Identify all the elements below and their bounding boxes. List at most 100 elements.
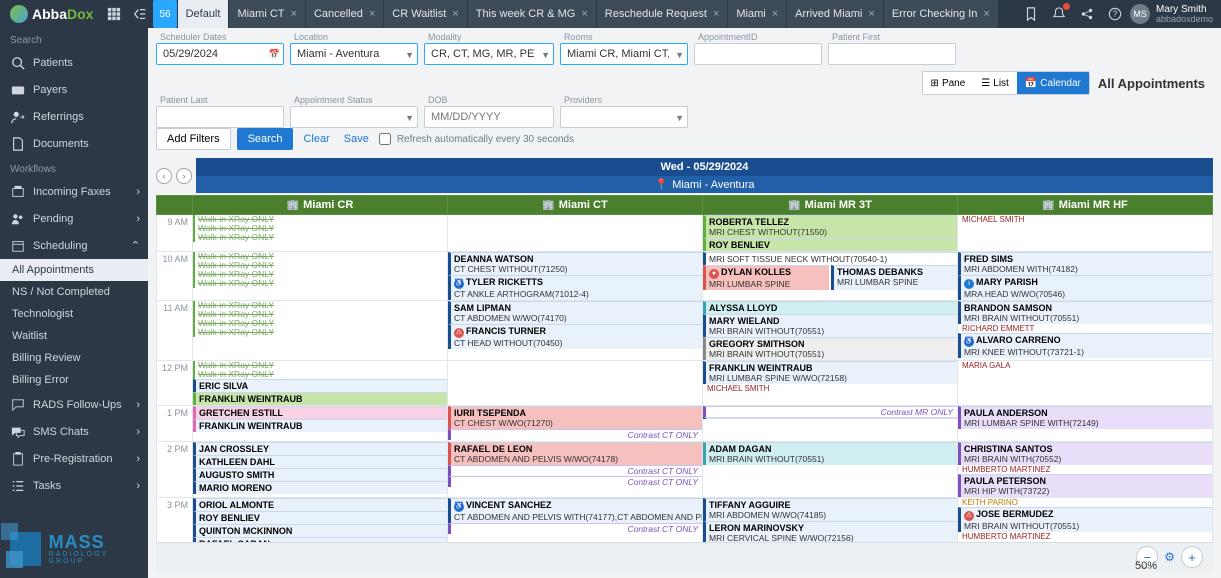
appointment[interactable]: ROY BENLIEV	[703, 238, 957, 251]
tab-arrived[interactable]: Arrived Miami×	[787, 0, 884, 28]
sidebar-item-scheduling[interactable]: Scheduling⌃	[0, 232, 148, 259]
appointment[interactable]: ♿VINCENT SANCHEZCT ABDOMEN AND PELVIS WI…	[448, 498, 702, 523]
slot[interactable]: ♿VINCENT SANCHEZCT ABDOMEN AND PELVIS WI…	[448, 498, 703, 543]
sidebar-item-rads[interactable]: RADS Follow-Ups›	[0, 391, 148, 418]
slot[interactable]: FRANKLIN WEINTRAUBMRI LUMBAR SPINE W/WO(…	[703, 361, 958, 406]
appointment[interactable]: ⚠JOSE BERMUDEZMRI BRAIN WITHOUT(70551)	[958, 507, 1212, 532]
slot[interactable]: IURII TSEPENDACT CHEST W/WO(71270) Contr…	[448, 406, 703, 442]
appointment[interactable]: iMARY PARISHMRA HEAD W/WO(70546)	[958, 275, 1212, 300]
sidebar-item-incoming-faxes[interactable]: Incoming Faxes›	[0, 178, 148, 205]
calendar-grid[interactable]: 🏢Miami CR 🏢Miami CT 🏢Miami MR 3T 🏢Miami …	[156, 195, 1213, 542]
close-icon[interactable]: ×	[452, 8, 458, 20]
appointment[interactable]: ROBERTA TELLEZMRI CHEST WITHOUT(71550)	[703, 215, 957, 238]
appointment[interactable]: ADAM DAGANMRI BRAIN WITHOUT(70551)	[703, 442, 957, 465]
slot[interactable]	[448, 215, 703, 252]
appointment-status-select[interactable]	[290, 106, 418, 128]
cancelled-note[interactable]: RICHARD EMMETT	[958, 324, 1212, 333]
appointment[interactable]: PAULA ANDERSONMRI LUMBAR SPINE WITH(7214…	[958, 406, 1212, 429]
appointment[interactable]: SAM LIPMANCT ABDOMEN W/WO(74170)	[448, 301, 702, 324]
contrast-slot[interactable]: Contrast MR ONLY	[703, 406, 957, 417]
appointment[interactable]: FRED SIMSMRI ABDOMEN WITH(74182)	[958, 252, 1212, 275]
slot[interactable]: Walk-in XRay ONLY Walk-in XRay ONLY ERIC…	[193, 361, 448, 406]
slot[interactable]: Walk-in XRay ONLY Walk-in XRay ONLY Walk…	[193, 215, 448, 252]
slot[interactable]: KEITH PARINO ⚠JOSE BERMUDEZMRI BRAIN WIT…	[958, 498, 1213, 543]
contrast-slot[interactable]: Contrast CT ONLY	[448, 465, 702, 476]
sidebar-sub-ns[interactable]: NS / Not Completed	[0, 281, 148, 303]
contrast-slot[interactable]: Contrast CT ONLY	[448, 523, 702, 534]
slot[interactable]: CHRISTINA SANTOSMRI BRAIN WITH(70552) HU…	[958, 442, 1213, 498]
cancelled-note[interactable]: MICHAEL SMITH	[958, 215, 1212, 224]
prev-day-button[interactable]: ‹	[156, 168, 172, 184]
appointment[interactable]: MARIO MORENO	[193, 481, 447, 494]
appointment[interactable]: ⚠FRANCIS TURNERCT HEAD WITHOUT(70450)	[448, 324, 702, 349]
tab-reschedule[interactable]: Reschedule Request×	[597, 0, 729, 28]
calendar-view-button[interactable]: 📅 Calendar	[1017, 72, 1089, 94]
sidebar-sub-technologist[interactable]: Technologist	[0, 303, 148, 325]
patient-first-input[interactable]	[828, 43, 956, 65]
tab-miami-ct[interactable]: Miami CT×	[229, 0, 306, 28]
slot[interactable]: ROBERTA TELLEZMRI CHEST WITHOUT(71550) R…	[703, 215, 958, 252]
tab-this-week[interactable]: This week CR & MG×	[468, 0, 597, 28]
bell-icon[interactable]	[1046, 0, 1072, 28]
close-icon[interactable]: ×	[983, 8, 989, 20]
rooms-select[interactable]	[560, 43, 688, 65]
col-header-miami-mr3t[interactable]: 🏢Miami MR 3T	[703, 196, 958, 215]
appointment[interactable]: KATHLEEN DAHL	[193, 455, 447, 468]
slot[interactable]: Contrast MR ONLY	[703, 406, 958, 442]
appointment[interactable]: RAFAEL DE LEONCT ABDOMEN AND PELVIS W/WO…	[448, 442, 702, 465]
slot[interactable]: ALYSSA LLOYD MARY WIELANDMRI BRAIN WITHO…	[703, 301, 958, 361]
help-icon[interactable]: ?	[1102, 0, 1128, 28]
pane-view-button[interactable]: ⊞ Pane	[923, 72, 974, 94]
close-icon[interactable]: ×	[291, 8, 297, 20]
slot[interactable]: TIFFANY AGGUIREMRI ABDOMEN W/WO(74185) L…	[703, 498, 958, 543]
tab-cancelled[interactable]: Cancelled×	[306, 0, 384, 28]
appointment[interactable]: MARY WIELANDMRI BRAIN WITHOUT(70551)	[703, 314, 957, 337]
col-header-miami-cr[interactable]: 🏢Miami CR	[193, 196, 448, 215]
share-icon[interactable]	[1074, 0, 1100, 28]
appointment[interactable]: ROY BENLIEV	[193, 511, 447, 524]
sidebar-item-referrings[interactable]: Referrings	[0, 103, 148, 130]
dob-input[interactable]	[424, 106, 554, 128]
appointment[interactable]: IURII TSEPENDACT CHEST W/WO(71270)	[448, 406, 702, 429]
close-icon[interactable]: ×	[713, 8, 719, 20]
tab-default[interactable]: Default	[178, 0, 230, 28]
appointment[interactable]: ●DYLAN KOLLESMRI LUMBAR SPINE THOMAS DEB…	[703, 265, 957, 290]
walkin-slot[interactable]: Walk-in XRay ONLY	[193, 233, 447, 242]
tab-cr-waitlist[interactable]: CR Waitlist×	[384, 0, 467, 28]
slot[interactable]: MARIA GALA	[958, 361, 1213, 406]
cancelled-note[interactable]: KEITH PARINO	[958, 498, 1212, 507]
contrast-slot[interactable]: Contrast CT ONLY	[448, 476, 702, 487]
appointment[interactable]: ♿TYLER RICKETTSCT ANKLE ARTHOGRAM(71012-…	[448, 275, 702, 300]
auto-refresh-input[interactable]	[379, 133, 391, 145]
location-select[interactable]	[290, 43, 418, 65]
slot[interactable]: ORIOL ALMONTE ROY BENLIEV QUINTON MCKINN…	[193, 498, 448, 543]
scheduler-dates-input[interactable]	[156, 43, 284, 65]
slot[interactable]: MICHAEL SMITH	[958, 215, 1213, 252]
tab-count[interactable]: 56	[153, 0, 176, 28]
appointment[interactable]: BRANDON SAMSONMRI BRAIN WITHOUT(70551)	[958, 301, 1212, 324]
appointment[interactable]: GREGORY SMITHSONMRI BRAIN WITHOUT(70551)	[703, 337, 957, 360]
save-link[interactable]: Save	[340, 133, 373, 145]
appointment[interactable]: ORIOL ALMONTE	[193, 498, 447, 511]
tab-error[interactable]: Error Checking In×	[884, 0, 999, 28]
sidebar-sub-billing-error[interactable]: Billing Error	[0, 369, 148, 391]
auto-refresh-checkbox[interactable]: Refresh automatically every 30 seconds	[379, 133, 574, 145]
sidebar-sub-billing-review[interactable]: Billing Review	[0, 347, 148, 369]
appointment-id-input[interactable]	[694, 43, 822, 65]
appointment[interactable]: ♿ALVARO CARRENOMRI KNEE WITHOUT(73721-1)	[958, 333, 1212, 358]
sidebar-item-tasks[interactable]: Tasks›	[0, 472, 148, 499]
modality-select[interactable]	[424, 43, 554, 65]
appointment[interactable]: PAULA PETERSONMRI HIP WITH(73722)	[958, 474, 1212, 497]
appointment[interactable]: DEANNA WATSONCT CHEST WITHOUT(71250)	[448, 252, 702, 275]
close-icon[interactable]: ×	[772, 8, 778, 20]
zoom-in-button[interactable]: +	[1181, 546, 1203, 568]
slot[interactable]: PAULA ANDERSONMRI LUMBAR SPINE WITH(7214…	[958, 406, 1213, 442]
slot[interactable]	[448, 361, 703, 406]
slot[interactable]: Walk-in XRay ONLY Walk-in XRay ONLY Walk…	[193, 252, 448, 301]
slot[interactable]: BRANDON SAMSONMRI BRAIN WITHOUT(70551) R…	[958, 301, 1213, 361]
add-filters-button[interactable]: Add Filters	[156, 128, 231, 150]
sidebar-item-prereg[interactable]: Pre-Registration›	[0, 445, 148, 472]
next-day-button[interactable]: ›	[176, 168, 192, 184]
walkin-slot[interactable]: Walk-in XRay ONLY	[193, 328, 447, 337]
slot[interactable]: ADAM DAGANMRI BRAIN WITHOUT(70551)	[703, 442, 958, 498]
